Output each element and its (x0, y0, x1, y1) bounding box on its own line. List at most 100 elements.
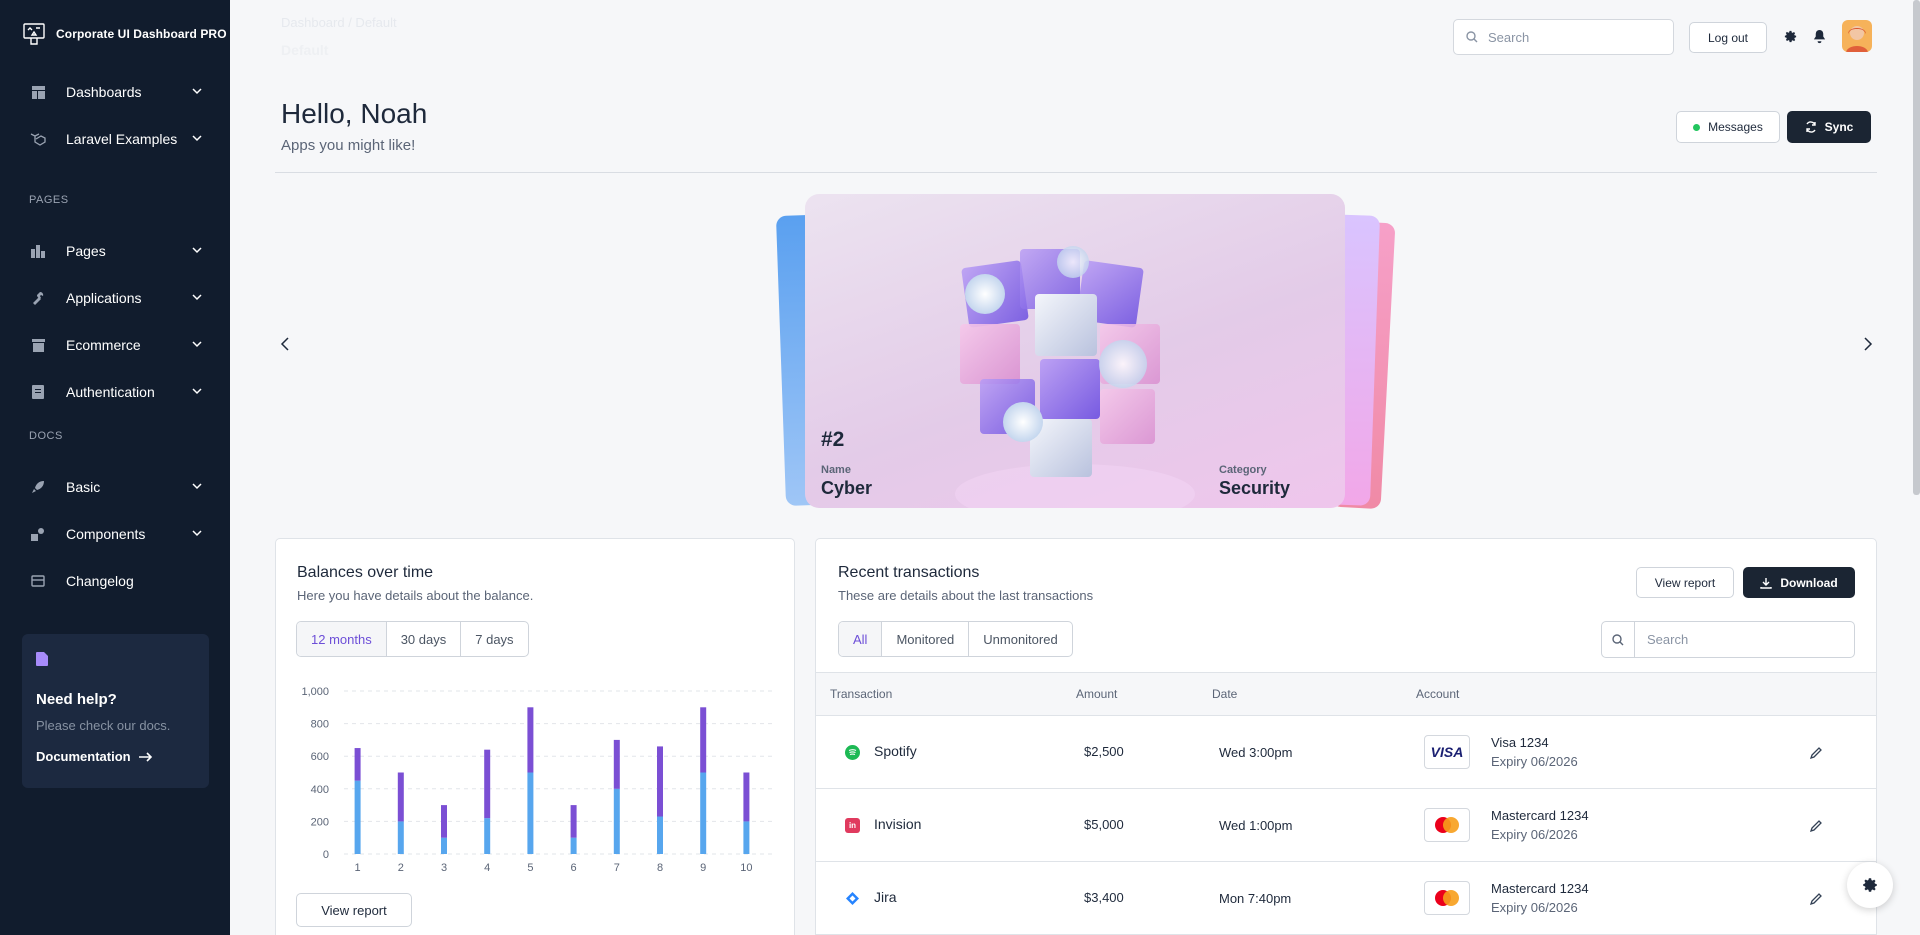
sidebar-item-ecommerce[interactable]: Ecommerce (0, 325, 230, 365)
card-category-label: Category (1219, 464, 1267, 476)
bar-segment (441, 837, 447, 854)
rocket-icon (30, 479, 46, 495)
search-box[interactable] (1453, 19, 1674, 55)
chevron-right-icon[interactable] (1860, 336, 1874, 352)
avatar[interactable] (1842, 20, 1872, 52)
filter-unmonitored[interactable]: Unmonitored (969, 622, 1071, 656)
chevron-down-icon (192, 294, 202, 301)
column-account: Account (1416, 687, 1460, 701)
sidebar-item-pages[interactable]: Pages (0, 231, 230, 271)
sidebar-item-components[interactable]: Components (0, 514, 230, 554)
help-title: Need help? (36, 691, 117, 708)
x-tick-label: 8 (657, 862, 663, 874)
filter-monitored[interactable]: Monitored (882, 622, 970, 656)
laravel-icon (30, 131, 46, 147)
transaction-date: Mon 7:40pm (1219, 891, 1292, 906)
x-tick-label: 3 (441, 862, 447, 874)
status-dot (1693, 123, 1701, 131)
bar-segment (354, 780, 361, 854)
sync-icon (1805, 121, 1816, 133)
documentation-link[interactable]: Documentation (36, 749, 195, 764)
y-tick-label: 800 (311, 719, 329, 731)
sidebar-item-dashboards[interactable]: Dashboards (0, 72, 230, 112)
edit-icon[interactable] (1809, 892, 1823, 906)
chevron-left-icon[interactable] (279, 336, 293, 352)
account-name: Mastercard 1234 (1491, 881, 1589, 896)
sidebar-item-basic[interactable]: Basic (0, 467, 230, 507)
range-option-12-months[interactable]: 12 months (297, 622, 387, 656)
bar-segment (527, 772, 534, 854)
messages-label: Messages (1708, 120, 1763, 134)
gear-icon (1863, 878, 1877, 892)
balances-chart: 1,000 800 600 400 200 0 1 2 3 4 5 6 7 8 9 10 (301, 686, 776, 874)
x-tick-label: 1 (355, 862, 361, 874)
account-name: Mastercard 1234 (1491, 808, 1589, 823)
changelog-icon (30, 573, 46, 589)
bar-segment (700, 707, 707, 773)
sidebar-item-applications[interactable]: Applications (0, 278, 230, 318)
range-option-7-days[interactable]: 7 days (461, 622, 527, 656)
download-button[interactable]: Download (1743, 567, 1855, 598)
settings-fab[interactable] (1847, 862, 1893, 908)
invision-icon: in (845, 818, 860, 833)
carousel-card-active[interactable]: #2 Name Cyber Category Security (805, 194, 1345, 508)
transactions-search[interactable] (1601, 621, 1855, 658)
section-label-pages: PAGES (29, 194, 69, 206)
range-option-30-days[interactable]: 30 days (387, 622, 462, 656)
search-input[interactable] (1647, 632, 1837, 647)
balances-subtitle: Here you have details about the balance. (297, 588, 534, 603)
account-expiry: Expiry 06/2026 (1491, 827, 1578, 842)
card-rank: #2 (821, 428, 845, 451)
mastercard-logo (1424, 808, 1470, 842)
transaction-name: Spotify (874, 743, 917, 759)
x-tick-label: 7 (614, 862, 620, 874)
chevron-down-icon (192, 135, 202, 142)
range-selector: 12 months 30 days 7 days (296, 621, 529, 657)
mastercard-logo (1424, 881, 1470, 915)
messages-button[interactable]: Messages (1676, 111, 1780, 143)
account-expiry: Expiry 06/2026 (1491, 754, 1578, 769)
transaction-date: Wed 1:00pm (1219, 818, 1293, 833)
page-subtitle: Apps you might like! (281, 137, 416, 154)
scrollbar[interactable] (1913, 0, 1920, 495)
tools-icon (30, 290, 46, 306)
brand[interactable]: Corporate UI Dashboard PRO (22, 22, 227, 46)
sync-label: Sync (1824, 120, 1854, 134)
breadcrumb[interactable]: Dashboard / Default (281, 15, 397, 30)
y-tick-label: 0 (323, 849, 329, 861)
bar-segment (570, 837, 577, 854)
jira-icon (845, 891, 860, 906)
y-tick-label: 200 (311, 816, 329, 828)
sidebar-item-laravel-examples[interactable]: Laravel Examples (0, 119, 230, 159)
transaction-filter: All Monitored Unmonitored (838, 621, 1073, 657)
transaction-name: Invision (874, 816, 922, 832)
y-tick-label: 400 (311, 784, 329, 796)
chevron-down-icon (192, 88, 202, 95)
table-row[interactable]: in Invision $5,000 Wed 1:00pm Mastercard… (816, 789, 1876, 862)
sidebar-item-label: Components (66, 526, 146, 542)
sidebar-item-label: Laravel Examples (66, 131, 178, 147)
logo-icon (23, 23, 45, 45)
view-report-button[interactable]: View report (1636, 567, 1734, 598)
sidebar-item-authentication[interactable]: Authentication (0, 372, 230, 412)
table-header: Transaction Amount Date Account (816, 672, 1876, 716)
transaction-amount: $5,000 (1084, 817, 1124, 832)
search-input[interactable] (1488, 29, 1658, 45)
bar-segment (354, 748, 361, 781)
table-row[interactable]: Spotify $2,500 Wed 3:00pm VISA Visa 1234… (816, 716, 1876, 789)
help-text: Please check our docs. (36, 718, 171, 733)
bell-icon[interactable] (1812, 29, 1827, 44)
gear-icon[interactable] (1783, 29, 1798, 44)
sync-button[interactable]: Sync (1787, 111, 1871, 143)
sidebar-item-changelog[interactable]: Changelog (0, 561, 230, 601)
filter-all[interactable]: All (839, 622, 883, 656)
bar-segment (613, 788, 620, 854)
search-icon (1612, 633, 1624, 645)
dashboard-icon (30, 84, 46, 100)
edit-icon[interactable] (1809, 819, 1823, 833)
logout-button[interactable]: Log out (1689, 22, 1767, 53)
edit-icon[interactable] (1809, 746, 1823, 760)
view-report-button[interactable]: View report (296, 893, 412, 927)
bar-segment (441, 805, 447, 838)
table-row[interactable]: Jira $3,400 Mon 7:40pm Mastercard 1234 E… (816, 862, 1876, 935)
